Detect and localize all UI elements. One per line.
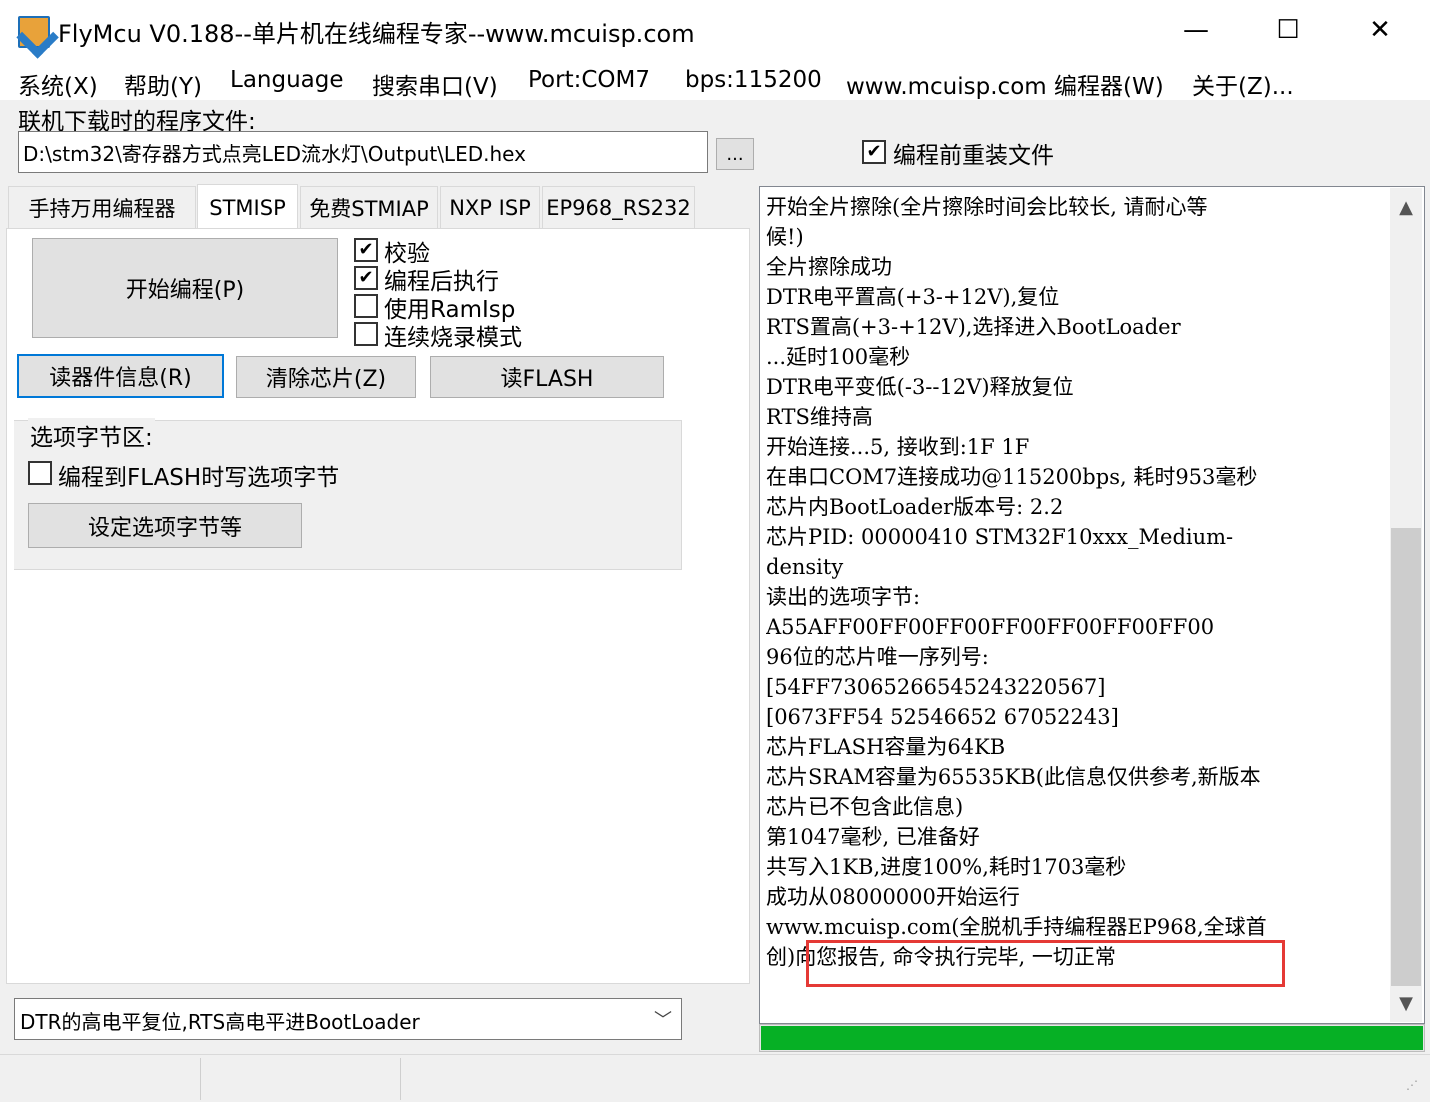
close-button[interactable]: ✕	[1352, 8, 1408, 52]
reset-mode-value: DTR的高电平复位,RTS高电平进BootLoader	[20, 1010, 420, 1034]
menu-about[interactable]: 关于(Z)...	[1192, 67, 1294, 101]
option-bytes-title: 选项字节区:	[28, 418, 155, 452]
start-program-button[interactable]: 开始编程(P)	[32, 238, 338, 338]
log-line: www.mcuisp.com(全脱机手持编程器EP968,全球首	[766, 915, 1267, 939]
run-after-program-checkbox[interactable]: ✔	[354, 266, 378, 290]
log-line: 芯片内BootLoader版本号: 2.2	[766, 495, 1064, 519]
menu-language[interactable]: Language	[230, 67, 344, 93]
set-option-bytes-button[interactable]: 设定选项字节等	[28, 503, 302, 548]
log-line: 开始全片擦除(全片擦除时间会比较长, 请耐心等	[766, 195, 1208, 219]
scroll-up-icon[interactable]: ▲	[1390, 190, 1422, 224]
log-line: 芯片FLASH容量为64KB	[766, 735, 1006, 759]
reload-file-checkbox[interactable]: ✔	[862, 140, 886, 164]
log-line: density	[766, 555, 844, 579]
log-line: 芯片SRAM容量为65535KB(此信息仅供参考,新版本	[766, 765, 1261, 789]
stmisp-panel	[6, 228, 750, 984]
log-line: 96位的芯片唯一序列号:	[766, 645, 989, 669]
log-line: [54FF73065266545243220567]	[766, 675, 1106, 699]
maximize-button[interactable]: ☐	[1260, 8, 1316, 52]
tab-nxp-isp[interactable]: NXP ISP	[440, 186, 540, 228]
menu-system[interactable]: 系统(X)	[18, 67, 98, 101]
tab-stmisp[interactable]: STMISP	[197, 184, 298, 230]
read-device-info-button[interactable]: 读器件信息(R)	[17, 354, 224, 398]
log-line: 开始连接...5, 接收到:1F 1F	[766, 435, 1030, 459]
menu-bps[interactable]: bps:115200	[685, 67, 822, 93]
app-icon	[18, 16, 50, 48]
log-line: 芯片PID: 00000410 STM32F10xxx_Medium-	[766, 525, 1234, 549]
highlight-box	[806, 940, 1285, 987]
use-ramisp-checkbox[interactable]	[354, 294, 378, 318]
tab-ep968-rs232[interactable]: EP968_RS232	[542, 186, 695, 228]
menu-help[interactable]: 帮助(Y)	[124, 67, 202, 101]
write-option-bytes-checkbox[interactable]	[28, 461, 52, 485]
log-line: 共写入1KB,进度100%,耗时1703毫秒	[766, 855, 1127, 879]
verify-checkbox[interactable]: ✔	[354, 238, 378, 262]
log-line: 第1047毫秒, 已准备好	[766, 825, 980, 849]
resize-grip-icon[interactable]: ⋰	[1406, 1078, 1426, 1098]
scroll-down-icon[interactable]: ▼	[1390, 986, 1422, 1020]
read-flash-button[interactable]: 读FLASH	[430, 356, 664, 398]
log-line: 成功从08000000开始运行	[766, 885, 1020, 909]
program-file-path[interactable]: D:\stm32\寄存器方式点亮LED流水灯\Output\LED.hex	[18, 131, 708, 173]
log-line: ...延时100毫秒	[766, 345, 911, 369]
status-separator	[400, 1058, 401, 1100]
tab-free-stmiap[interactable]: 免费STMIAP	[300, 186, 438, 228]
status-separator	[200, 1058, 201, 1100]
log-line: 全片擦除成功	[766, 255, 892, 279]
reload-file-label: 编程前重装文件	[893, 143, 1054, 169]
browse-button[interactable]: ...	[716, 138, 754, 170]
window-title: FlyMcu V0.188--单片机在线编程专家--www.mcuisp.com	[58, 20, 695, 48]
status-bar	[0, 1054, 1430, 1102]
log-line: A55AFF00FF00FF00FF00FF00FF00FF00	[766, 615, 1215, 639]
log-line: RTS维持高	[766, 405, 873, 429]
write-option-bytes-label: 编程到FLASH时写选项字节	[58, 465, 340, 491]
menu-programmer[interactable]: www.mcuisp.com 编程器(W)	[846, 67, 1164, 101]
continuous-burn-checkbox[interactable]	[354, 322, 378, 346]
log-line: [0673FF54 52546652 67052243]	[766, 705, 1119, 729]
log-line: DTR电平变低(-3--12V)释放复位	[766, 375, 1074, 399]
log-line: 在串口COM7连接成功@115200bps, 耗时953毫秒	[766, 465, 1258, 489]
menu-port[interactable]: Port:COM7	[528, 67, 650, 93]
log-line: 候!)	[766, 225, 804, 249]
tab-handheld-programmer[interactable]: 手持万用编程器	[8, 186, 196, 228]
chevron-down-icon[interactable]: ﹀	[646, 1000, 680, 1038]
log-line: RTS置高(+3-+12V),选择进入BootLoader	[766, 315, 1181, 339]
progress-bar-fill	[761, 1026, 1423, 1050]
log-line: 芯片已不包含此信息)	[766, 795, 964, 819]
minimize-button[interactable]: —	[1168, 8, 1224, 52]
erase-chip-button[interactable]: 清除芯片(Z)	[236, 356, 416, 398]
log-lines: 开始全片擦除(全片擦除时间会比较长, 请耐心等 候!) 全片擦除成功 DTR电平置高(…	[766, 192, 1376, 972]
continuous-burn-label: 连续烧录模式	[384, 325, 522, 351]
menu-search-port[interactable]: 搜索串口(V)	[372, 67, 498, 101]
log-scrollbar-thumb[interactable]	[1391, 528, 1421, 986]
log-line: 读出的选项字节:	[766, 585, 921, 609]
log-line: DTR电平置高(+3-+12V),复位	[766, 285, 1060, 309]
